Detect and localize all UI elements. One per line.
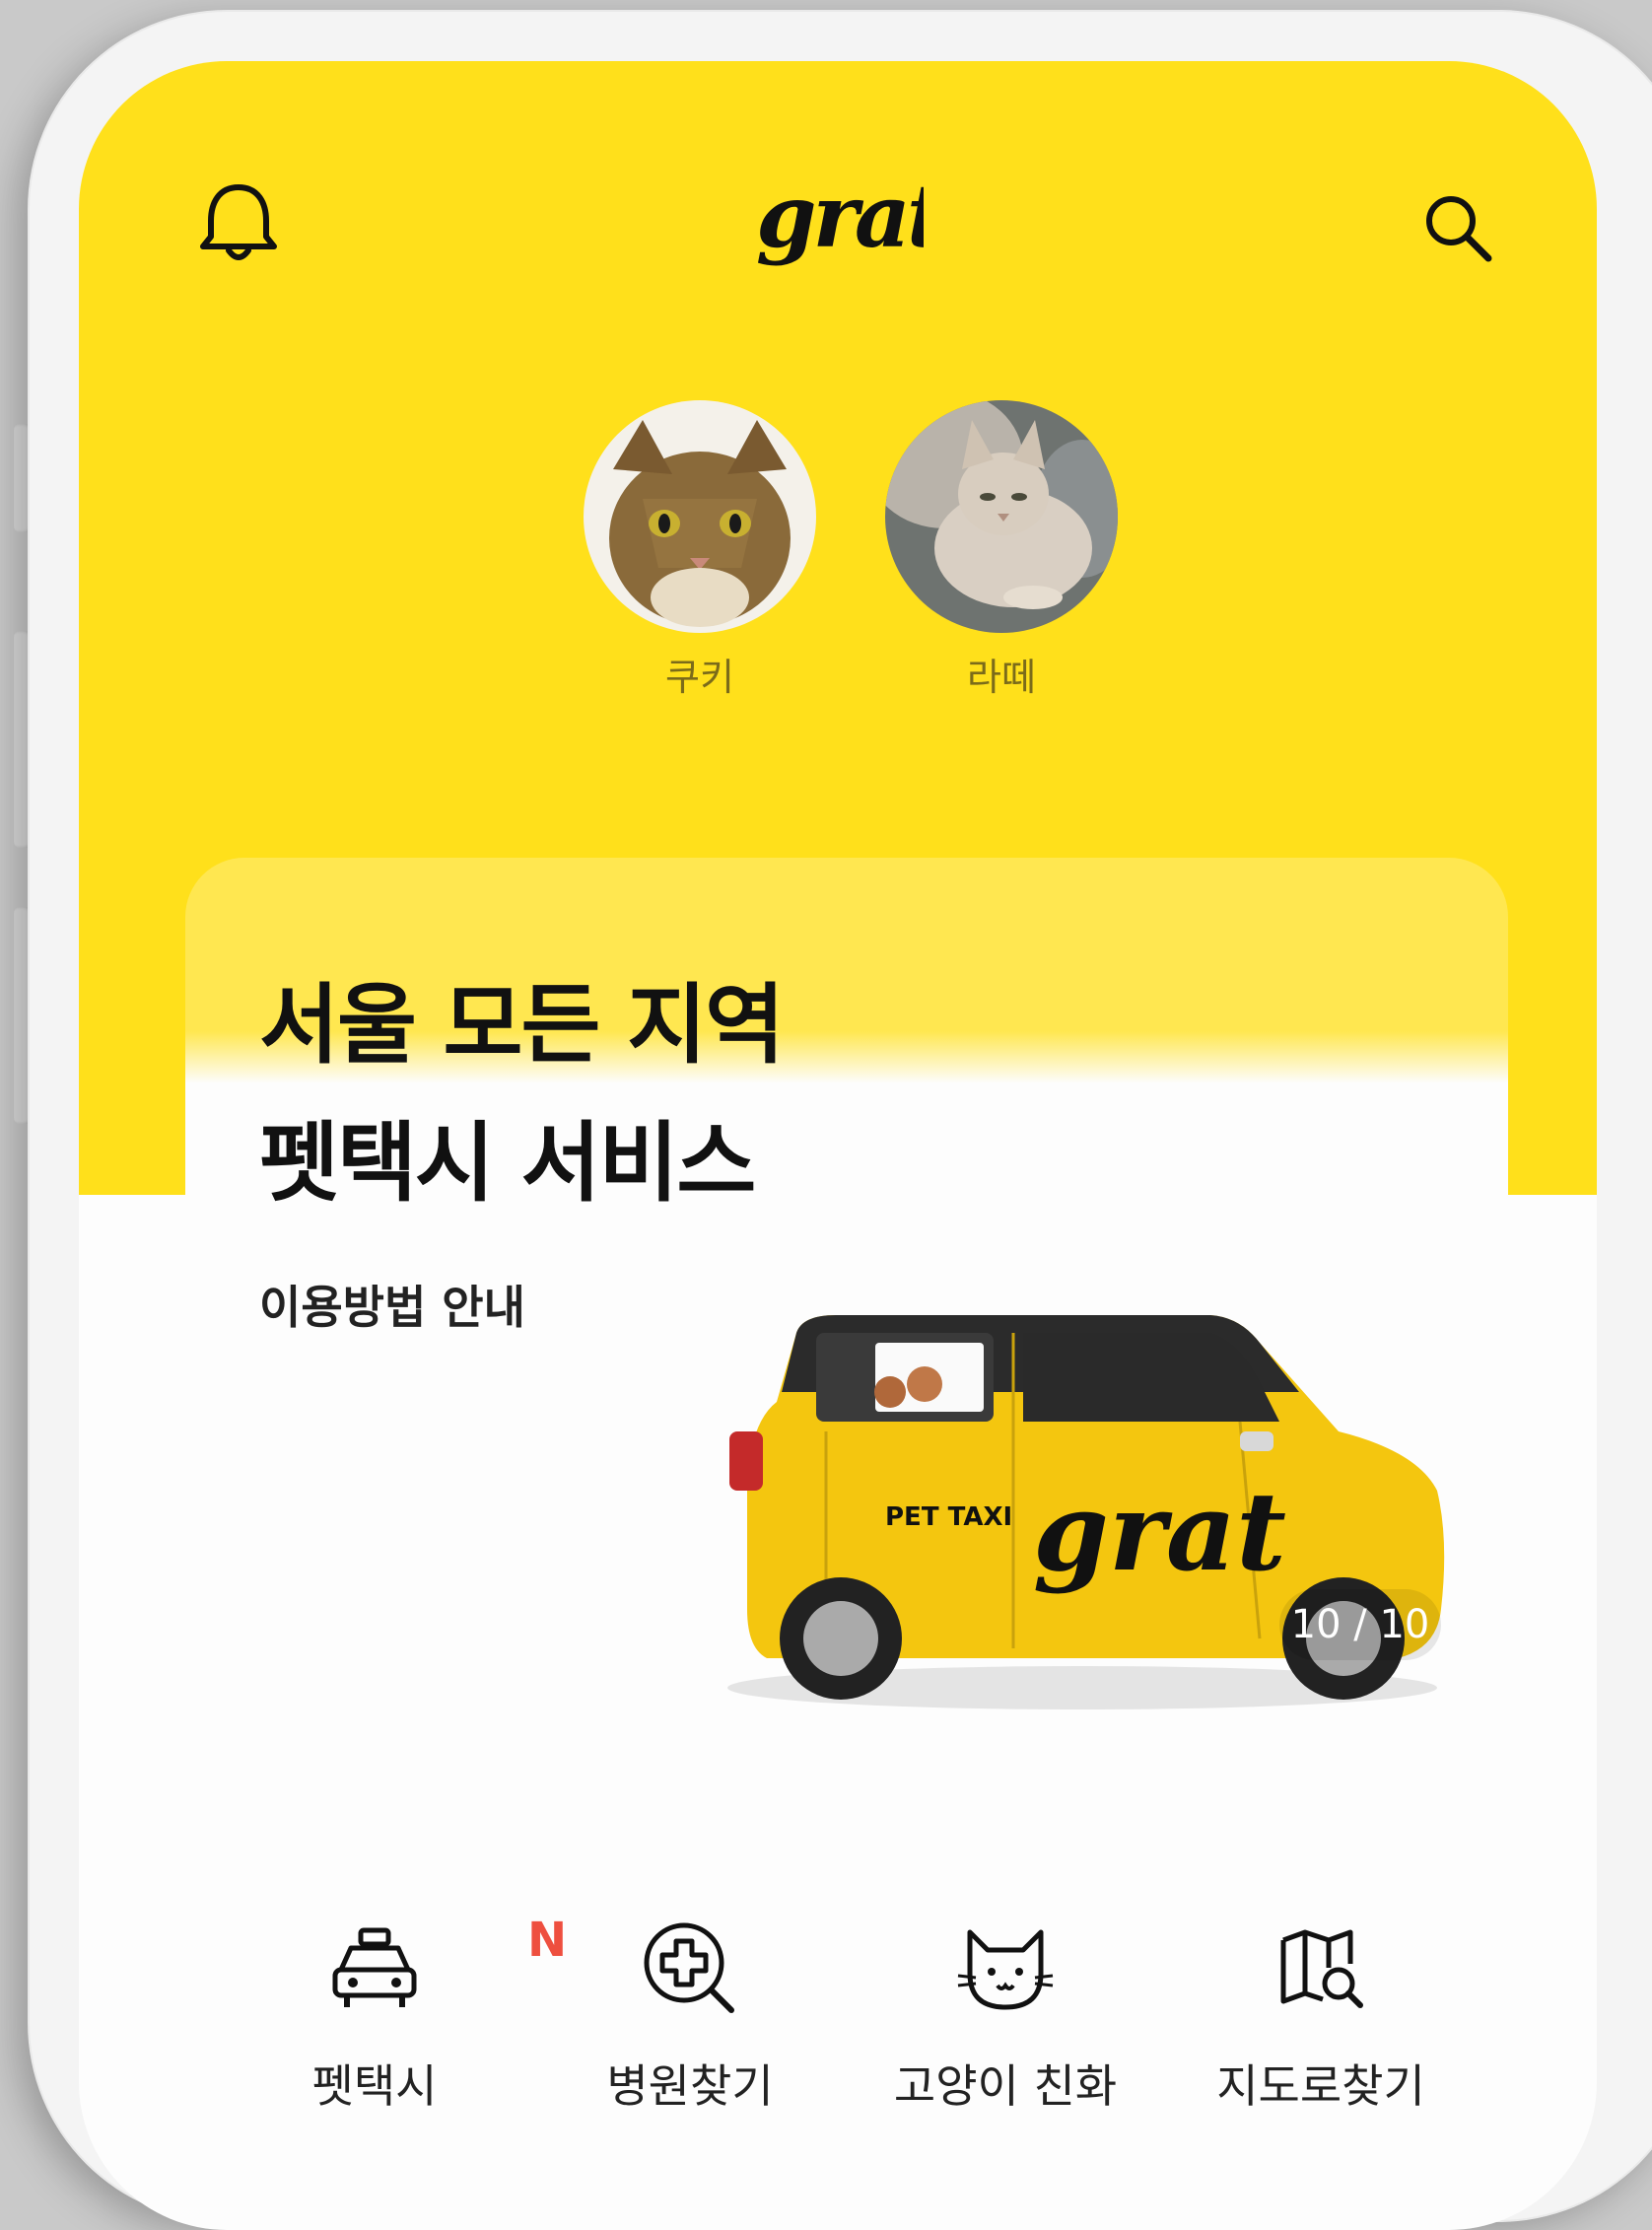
bell-icon[interactable] — [197, 179, 280, 272]
banner-title: 서울 모든 지역 펫택시 서비스 — [259, 956, 785, 1232]
pet-profile-cookie[interactable]: 쿠키 — [584, 400, 816, 701]
pet-avatar — [885, 400, 1118, 633]
map-search-icon — [1173, 1915, 1469, 2023]
banner-guide-link[interactable]: 이용방법 안내 — [259, 1272, 525, 1337]
app-logo: grat — [756, 160, 950, 282]
pet-profile-latte[interactable]: 라떼 — [885, 400, 1118, 701]
banner-title-line: 펫택시 서비스 — [259, 1112, 756, 1214]
menu-label: 펫택시 — [311, 2059, 438, 2113]
pet-name: 쿠키 — [665, 656, 734, 699]
carousel-page-indicator: 10 / 10 — [1279, 1589, 1441, 1660]
menu-cat-friendly[interactable]: 고양이 친화 — [858, 1915, 1153, 2116]
menu-pet-taxi[interactable]: 펫택시 — [227, 1915, 522, 2116]
hospital-search-icon — [542, 1915, 838, 2023]
menu-hospital-search[interactable]: 병원찾기 — [542, 1915, 838, 2116]
menu-label: 고양이 친화 — [893, 2059, 1118, 2113]
app-screen: grat 쿠키 — [79, 61, 1597, 2230]
pet-name: 라떼 — [967, 656, 1036, 699]
menu-map-search[interactable]: 지도로찾기 — [1173, 1915, 1469, 2116]
taxi-icon — [227, 1915, 522, 2023]
cat-icon — [858, 1915, 1153, 2023]
svg-text:grat: grat — [756, 165, 924, 267]
menu-label: 병원찾기 — [606, 2059, 774, 2113]
banner-title-line: 서울 모든 지역 — [259, 974, 785, 1076]
pet-taxi-image: PET TAXI grat — [708, 1313, 1457, 1731]
car-logo-text: grat — [1033, 1468, 1286, 1595]
pet-avatar — [584, 400, 816, 633]
car-label-text: PET TAXI — [885, 1502, 1012, 1532]
menu-label: 지도로찾기 — [1216, 2059, 1425, 2113]
search-icon[interactable] — [1419, 189, 1498, 272]
